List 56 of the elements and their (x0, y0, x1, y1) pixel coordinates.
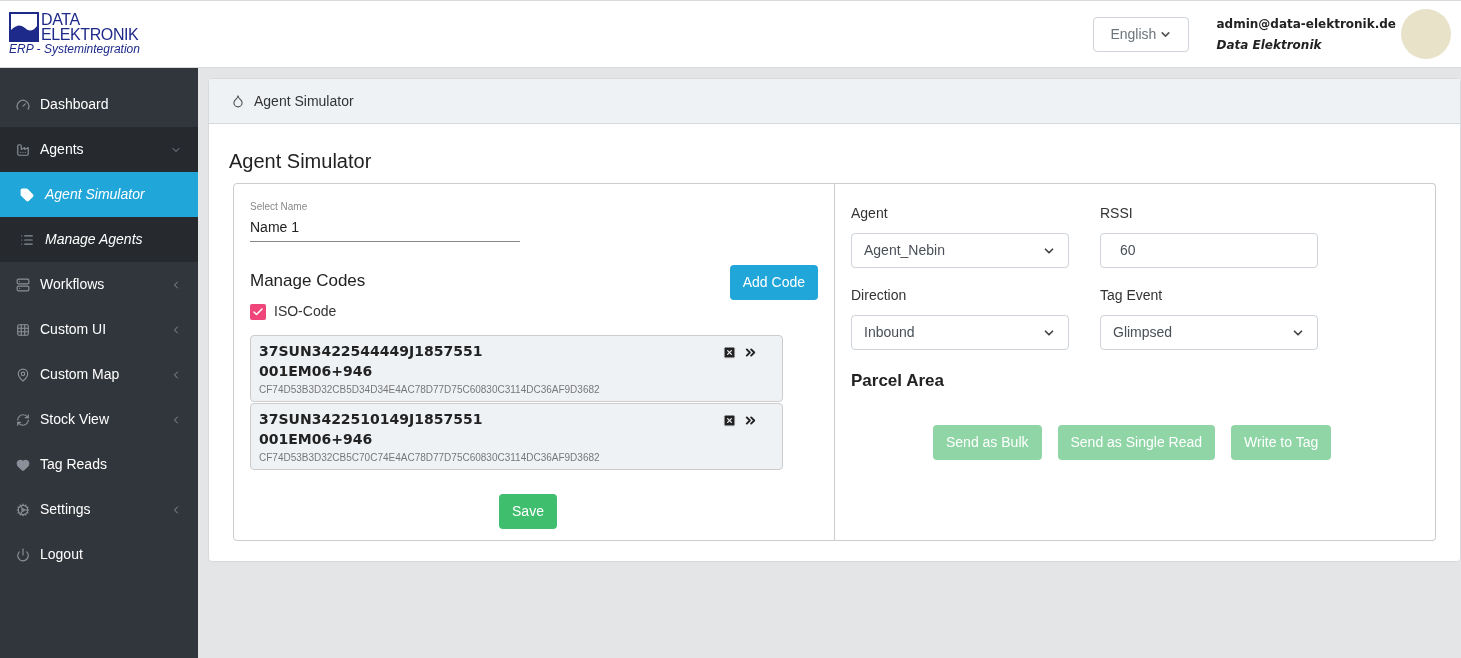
logo-text: DATA (41, 13, 81, 27)
logo-mark-icon (9, 12, 39, 42)
delete-icon[interactable] (722, 345, 737, 360)
page-title: Agent Simulator (229, 149, 373, 174)
sidebar-item[interactable]: Tag Reads (0, 442, 198, 487)
tag-icon (20, 187, 34, 202)
grid-icon (16, 322, 30, 337)
code-text: 37SUN3422510149J1857551 (259, 410, 484, 429)
hex-code-text: CF74D53B3D32CB5C70C74E4AC78D77D75C60830C3114DC36AF9D3682 (259, 451, 600, 465)
section-title: Parcel Area (851, 370, 945, 392)
checkbox-label: ISO-Code (274, 302, 337, 321)
sub-code-text: 001EM06+946 (259, 362, 374, 381)
field-label: Direction (851, 286, 908, 305)
code-text: 37SUN3422544449J1857551 (259, 342, 484, 361)
iso-checkbox[interactable] (250, 303, 266, 320)
list-icon (20, 232, 34, 247)
sidebar-item[interactable]: Agents (0, 127, 198, 172)
logo-tagline: ERP - Systemintegration (9, 42, 140, 56)
submenu-item[interactable]: Manage Agents (0, 217, 198, 262)
sub-code-text: 001EM06+946 (259, 430, 374, 449)
field-label: Agent (851, 204, 889, 223)
sidebar-item[interactable]: Settings (0, 487, 198, 532)
company-name: Data Elektronik (1216, 36, 1323, 54)
dropdown-select[interactable]: Inbound (851, 315, 1069, 350)
pin-icon (16, 367, 30, 382)
double-chevron-icon[interactable] (743, 413, 758, 428)
section-title: Manage Codes (250, 270, 366, 292)
gear-icon (16, 502, 30, 517)
sidebar-item[interactable]: Logout (0, 532, 198, 577)
field-label: RSSI (1100, 204, 1134, 223)
logo-text: ELEKTRONIK (41, 27, 139, 42)
language-select[interactable]: English (1093, 16, 1190, 52)
double-chevron-icon[interactable] (743, 345, 758, 360)
sidebar-item[interactable]: Custom Map (0, 352, 198, 397)
hex-code-text: CF74D53B3D32CB5D34D34E4AC78D77D75C60830C3114DC36AF9D3682 (259, 383, 600, 397)
avatar (1401, 9, 1451, 59)
check-icon (252, 305, 264, 318)
delete-icon[interactable] (722, 413, 737, 428)
heartbeat-icon (16, 457, 30, 472)
gauge-icon (16, 97, 30, 112)
droplet-icon (231, 94, 245, 108)
sidebar-item[interactable]: Workflows (0, 262, 198, 307)
name-field[interactable]: Select Name Name 1 (250, 199, 520, 242)
sidebar-item[interactable]: Dashboard (0, 82, 198, 127)
user-email: admin@data-elektronik.de (1216, 15, 1396, 33)
sidebar-item[interactable]: Custom UI (0, 307, 198, 352)
factory-icon (16, 142, 30, 157)
sync-icon (16, 412, 30, 427)
power-icon (16, 547, 30, 562)
breadcrumb-text: Agent Simulator (254, 91, 354, 111)
stack-icon (16, 277, 30, 292)
dropdown-select[interactable]: Agent_Nebin (851, 233, 1069, 268)
field-label: Tag Event (1100, 286, 1164, 305)
sidebar-item[interactable]: Stock View (0, 397, 198, 442)
input-field[interactable]: 60 (1100, 233, 1318, 268)
dropdown-select[interactable]: Glimpsed (1100, 315, 1318, 350)
